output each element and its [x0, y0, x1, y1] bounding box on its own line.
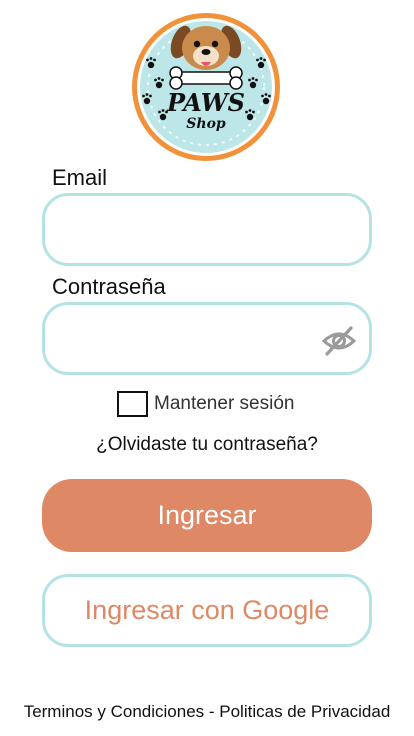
login-button[interactable]: Ingresar [42, 479, 372, 552]
remember-checkbox[interactable] [117, 391, 148, 417]
google-login-button[interactable]: Ingresar con Google [42, 574, 372, 647]
footer-separator: - [204, 702, 220, 721]
logo-subtitle: Shop [186, 116, 226, 132]
privacy-link[interactable]: Politicas de Privacidad [219, 702, 390, 721]
login-screen: PAWS Shop Email Contraseña Mantener sesi… [0, 0, 414, 736]
remember-session: Mantener sesión [117, 391, 294, 417]
password-label: Contraseña [52, 274, 166, 299]
forgot-password-link[interactable]: ¿Olvidaste tu contraseña? [0, 434, 414, 456]
logo-title: PAWS [166, 88, 245, 117]
eye-slash-icon[interactable] [321, 323, 357, 359]
paws-shop-logo: PAWS Shop [129, 10, 283, 164]
email-field[interactable] [45, 196, 369, 263]
terms-link[interactable]: Terminos y Condiciones [24, 702, 204, 721]
remember-label: Mantener sesión [154, 393, 295, 414]
password-field-container [42, 302, 372, 375]
paws-shop-logo-graphic [132, 13, 280, 161]
email-field-container [42, 193, 372, 266]
email-label: Email [52, 165, 108, 190]
footer-links: Terminos y Condiciones - Politicas de Pr… [0, 702, 414, 722]
